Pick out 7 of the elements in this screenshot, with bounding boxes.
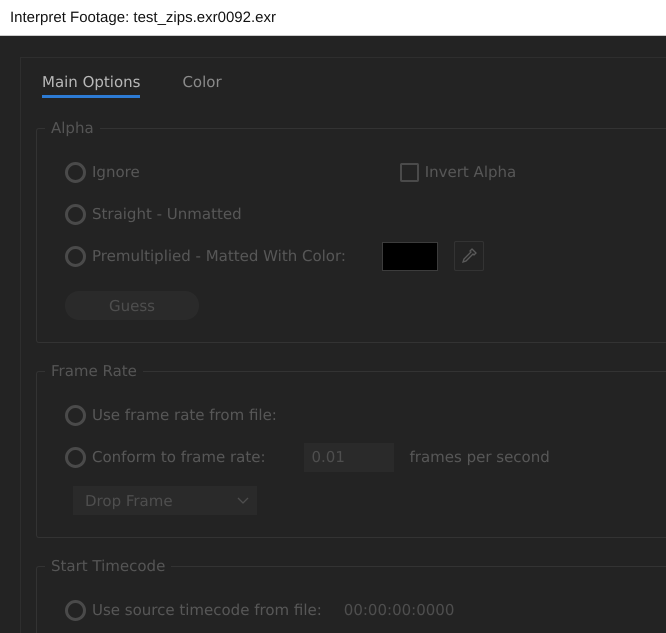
eyedropper-icon [460, 247, 478, 265]
eyedropper-button[interactable] [454, 241, 484, 271]
tab[interactable]: Main Options [42, 72, 140, 98]
window-title: Interpret Footage: test_zips.exr0092.exr [0, 0, 666, 36]
tab[interactable]: Color [182, 72, 222, 98]
color-swatch[interactable] [382, 242, 438, 270]
chevron-icon [237, 496, 249, 504]
